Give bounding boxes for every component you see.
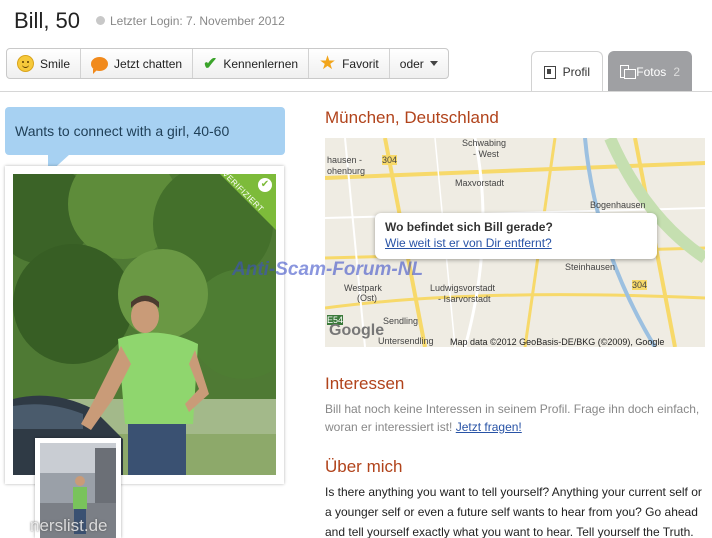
about-text: Is there anything you want to tell yours…	[325, 485, 702, 538]
main-photo[interactable]: VERIFIZIERT ✔	[13, 174, 276, 475]
watermark-center: Anti-Scam-Forum-NL	[232, 259, 424, 280]
interessen-text-block: Bill hat noch keine Interessen in seinem…	[325, 400, 709, 436]
last-login: Letzter Login: 7. November 2012	[110, 14, 285, 28]
map-label: Bogenhausen	[590, 200, 646, 210]
kennenlernen-label: Kennenlernen	[223, 56, 299, 71]
map-label: - West	[473, 149, 499, 159]
photo-count: 2	[673, 64, 680, 79]
map-label: (Ost)	[357, 293, 377, 303]
photos-icon	[620, 65, 637, 79]
profile-name: Bill, 50	[14, 8, 81, 33]
map-label: - Isarvorstadt	[438, 294, 491, 304]
map-label: Sendling	[383, 316, 419, 326]
main-photo-frame: VERIFIZIERT ✔	[5, 166, 284, 484]
chat-button[interactable]: Jetzt chatten	[81, 49, 194, 78]
tab-divider	[0, 91, 712, 92]
more-options-dropdown[interactable]: oder	[390, 49, 448, 78]
smile-button[interactable]: Smile	[7, 49, 82, 78]
map-label: Steinhausen	[565, 262, 616, 272]
map-copyright: Map data ©2012 GeoBasis-DE/BKG (©2009), …	[450, 337, 665, 347]
distance-link[interactable]: Wie weit ist er von Dir entfernt?	[385, 236, 657, 250]
tab-fotos-label: Fotos	[636, 64, 667, 79]
map-info-popup: Wo befindet sich Bill gerade? Wie weit i…	[375, 213, 657, 259]
favorite-button[interactable]: ★ Favorit	[309, 49, 390, 78]
ask-now-link[interactable]: Jetzt fragen!	[456, 420, 522, 434]
tab-profil[interactable]: Profil	[531, 51, 603, 92]
location-title: München, Deutschland	[325, 108, 499, 127]
action-bar: Smile Jetzt chatten ✔ Kennenlernen ★ Fav…	[6, 48, 449, 79]
map-label: 304	[382, 155, 398, 165]
favorite-label: Favorit	[342, 56, 379, 71]
map-label: Ludwigsvorstadt	[430, 283, 496, 293]
map-label: Maxvorstadt	[455, 178, 505, 188]
about-title: Über mich	[325, 457, 403, 476]
map-label: Schwabing	[462, 138, 507, 148]
more-options-label: oder	[399, 56, 424, 71]
offline-status-icon	[96, 16, 105, 25]
profile-card-icon	[544, 65, 556, 79]
chat-bubble-icon	[91, 56, 109, 74]
interessen-title: Interessen	[325, 374, 405, 393]
kennenlernen-button[interactable]: ✔ Kennenlernen	[193, 49, 310, 78]
watermark-bottom: nerslist.de	[30, 516, 108, 535]
map-label: 304	[632, 280, 648, 290]
verified-check-icon: ✔	[258, 178, 272, 192]
chevron-down-icon	[429, 61, 438, 66]
map-label: ohenburg	[327, 166, 366, 176]
smile-icon	[17, 55, 34, 72]
google-logo: Google	[329, 322, 385, 339]
smile-label: Smile	[40, 56, 71, 71]
map-label: Westpark	[344, 283, 382, 293]
map-label: hausen -	[327, 155, 363, 165]
checkmark-icon: ✔	[203, 54, 218, 73]
status-bubble: Wants to connect with a girl, 40-60	[5, 107, 285, 155]
chat-label: Jetzt chatten	[114, 56, 183, 71]
map-popup-question: Wo befindet sich Bill gerade?	[385, 220, 553, 234]
tab-profil-label: Profil	[562, 65, 590, 79]
star-icon: ★	[319, 53, 337, 74]
tab-fotos[interactable]: Fotos 2	[608, 51, 692, 92]
map-label: Untersendling	[378, 336, 434, 346]
